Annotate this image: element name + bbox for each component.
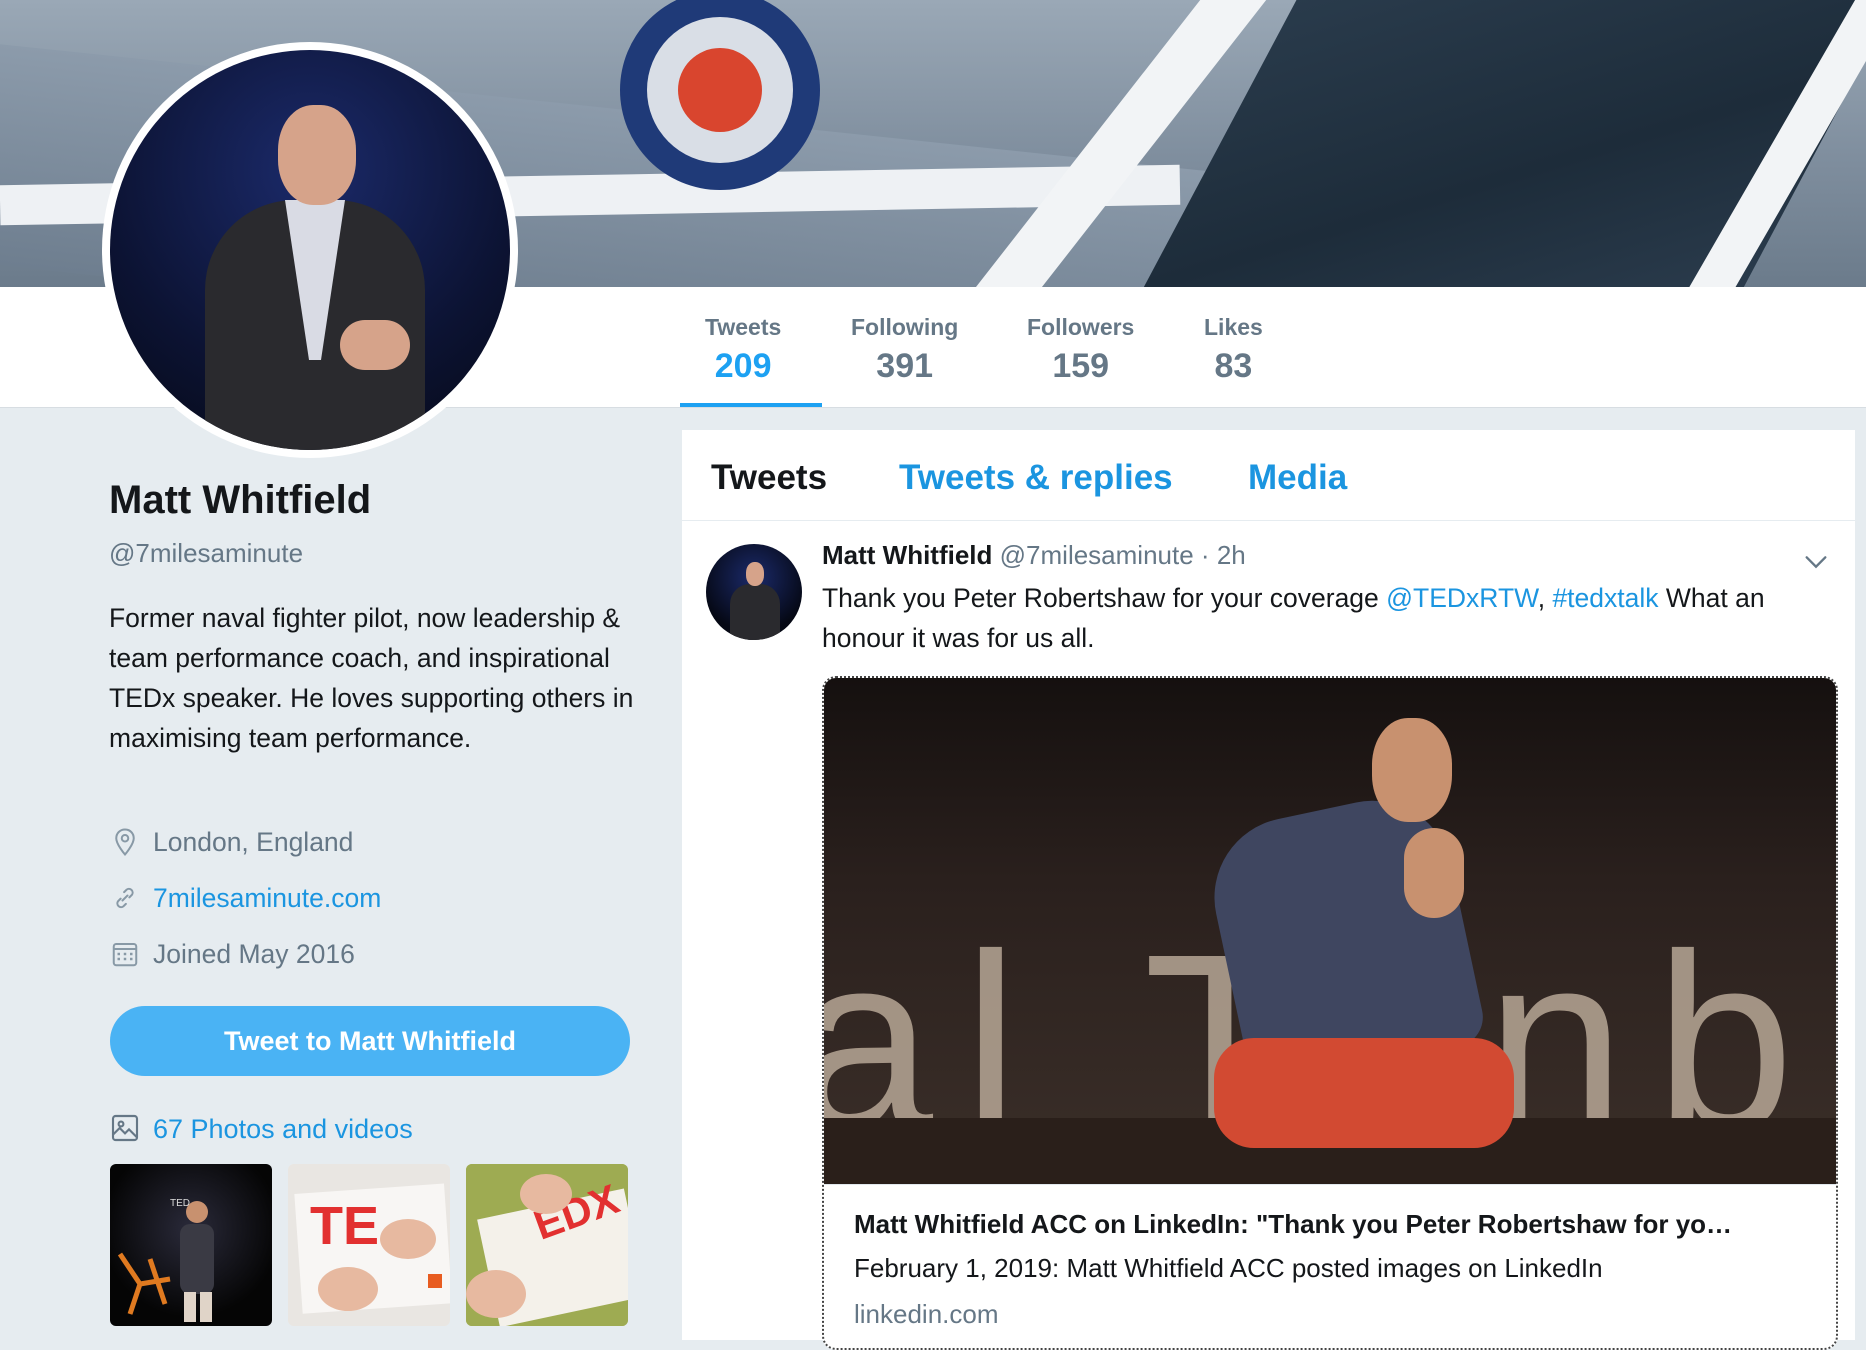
tweet-text-part: ,	[1537, 583, 1553, 613]
stat-label: Tweets	[705, 314, 782, 340]
timeline-panel: Tweets Tweets & replies Media Matt Whitf…	[682, 430, 1855, 1350]
tweet-text-part: Thank you Peter Robertshaw for your cove…	[822, 583, 1387, 613]
profile-bio: Former naval fighter pilot, now leadersh…	[109, 603, 634, 753]
media-thumbnail[interactable]: TE	[288, 1164, 450, 1326]
active-stat-indicator	[680, 403, 822, 407]
avatar-photo	[110, 50, 510, 450]
chevron-down-icon[interactable]	[1802, 548, 1830, 576]
card-image: al Tunbridge	[824, 678, 1836, 1184]
website-link[interactable]: 7milesaminute.com	[153, 883, 381, 914]
stat-label: Likes	[1204, 314, 1263, 340]
media-thumbnail[interactable]: TED	[110, 1164, 272, 1326]
hashtag-link[interactable]: #tedxtalk	[1552, 583, 1658, 613]
profile-location: London, England	[109, 826, 353, 858]
stat-following[interactable]: Following 391	[851, 314, 958, 386]
profile-name[interactable]: Matt Whitfield	[109, 478, 371, 523]
card-title: Matt Whitfield ACC on LinkedIn: "Thank y…	[854, 1209, 1733, 1239]
tab-tweets[interactable]: Tweets	[711, 458, 827, 498]
link-icon	[109, 882, 141, 914]
photos-and-videos-link[interactable]: 67 Photos and videos	[109, 1112, 413, 1146]
link-preview-card[interactable]: al Tunbridge Matt Whitfield ACC on Linke…	[822, 676, 1838, 1350]
tweet-author-handle[interactable]: @7milesaminute	[1000, 540, 1194, 570]
stat-value: 159	[1052, 347, 1110, 385]
tweet-author-avatar[interactable]	[706, 544, 802, 640]
stat-value: 391	[876, 347, 934, 385]
calendar-icon	[109, 938, 141, 970]
stat-label: Followers	[1027, 314, 1135, 340]
media-thumbnail[interactable]: EDX	[466, 1164, 628, 1326]
tab-tweets-and-replies[interactable]: Tweets & replies	[899, 458, 1173, 498]
stat-value: 209	[714, 347, 772, 385]
profile-avatar[interactable]	[102, 42, 518, 458]
photos-label[interactable]: 67 Photos and videos	[153, 1114, 413, 1145]
stat-tweets[interactable]: Tweets 209	[705, 314, 781, 386]
image-icon	[109, 1112, 143, 1146]
profile-handle[interactable]: @7milesaminute	[109, 538, 303, 569]
profile-joined: Joined May 2016	[109, 938, 355, 970]
location-text: London, England	[153, 826, 354, 857]
tweet-timestamp[interactable]: 2h	[1217, 540, 1246, 570]
card-description: February 1, 2019: Matt Whitfield ACC pos…	[854, 1253, 1603, 1283]
tweet-to-button[interactable]: Tweet to Matt Whitfield	[110, 1006, 630, 1076]
svg-text:TE: TE	[310, 1196, 379, 1256]
timeline-tabs: Tweets Tweets & replies Media	[682, 430, 1855, 521]
location-pin-icon	[109, 826, 141, 858]
tweet-author-name[interactable]: Matt Whitfield	[822, 540, 992, 570]
card-domain: linkedin.com	[854, 1299, 999, 1329]
profile-website[interactable]: 7milesaminute.com	[109, 882, 381, 914]
stat-label: Following	[851, 314, 959, 340]
tab-media[interactable]: Media	[1248, 458, 1347, 498]
stat-likes[interactable]: Likes 83	[1204, 314, 1263, 386]
joined-text: Joined May 2016	[153, 938, 355, 969]
mention-link[interactable]: @TEDxRTW	[1386, 583, 1538, 613]
tweet-text: Thank you Peter Robertshaw for your cove…	[822, 578, 1842, 658]
tweet-header: Matt Whitfield @7milesaminute · 2h	[822, 540, 1246, 571]
tweet-separator: ·	[1200, 540, 1210, 570]
svg-text:TED: TED	[170, 1198, 190, 1209]
card-body: Matt Whitfield ACC on LinkedIn: "Thank y…	[824, 1184, 1836, 1348]
stat-value: 83	[1214, 347, 1253, 385]
stat-followers[interactable]: Followers 159	[1027, 314, 1134, 386]
